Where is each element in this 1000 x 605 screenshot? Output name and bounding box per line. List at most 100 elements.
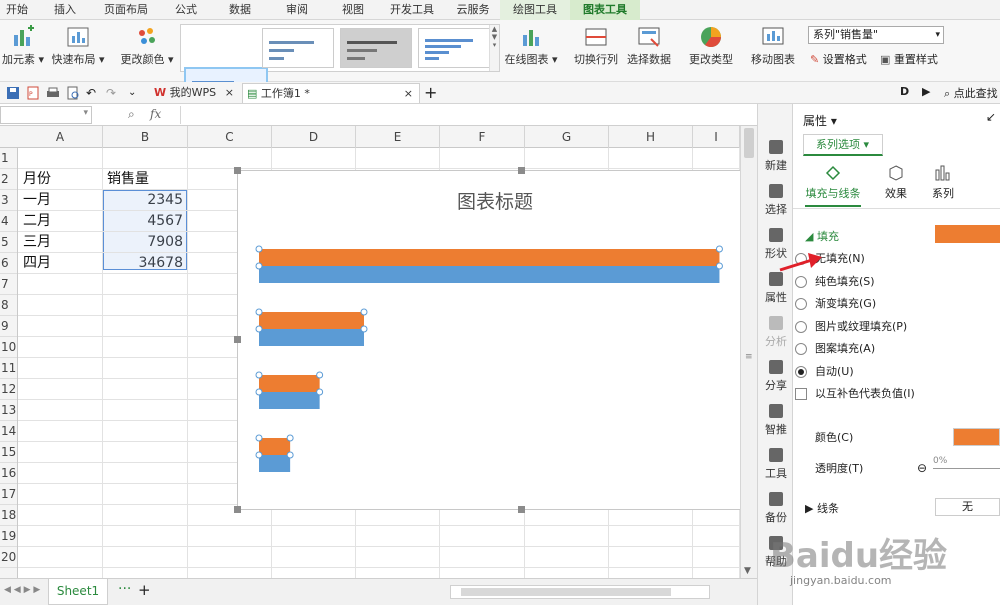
sheet-tab-sheet1[interactable]: Sheet1 xyxy=(48,579,108,605)
switch-row-col-button[interactable]: 切换行列 xyxy=(572,22,620,78)
selection-handle[interactable] xyxy=(255,434,263,442)
radio-button[interactable] xyxy=(795,365,807,378)
zoom-icon[interactable]: ⌕ xyxy=(128,107,135,122)
bar-selected-overlay[interactable] xyxy=(259,375,320,392)
row-header-20[interactable]: 20 xyxy=(0,547,17,568)
selection-handle[interactable] xyxy=(286,434,294,442)
row-header-7[interactable]: 7 xyxy=(0,274,17,295)
row-header-9[interactable]: 9 xyxy=(0,316,17,337)
menu-tab-3[interactable]: 公式 xyxy=(166,0,206,20)
resize-handle-n[interactable] xyxy=(518,167,525,174)
series-select-dropdown[interactable]: 系列"销售量" ▾ xyxy=(808,26,944,44)
checkbox[interactable] xyxy=(795,388,807,400)
selection-handle[interactable] xyxy=(255,388,263,396)
doc-icon[interactable]: D xyxy=(900,85,909,98)
menu-tab-2[interactable]: 页面布局 xyxy=(96,0,156,20)
close-icon[interactable]: × xyxy=(225,83,234,103)
add-element-button[interactable]: 加元素 ▾ xyxy=(0,22,46,78)
row-header-15[interactable]: 15 xyxy=(0,442,17,463)
selection-handle[interactable] xyxy=(286,451,294,459)
horizontal-scrollbar[interactable] xyxy=(450,585,710,599)
print-icon[interactable] xyxy=(46,86,60,100)
sidebar-item-5[interactable]: 分享 xyxy=(758,360,794,393)
fill-option-3[interactable]: 图片或纹理填充(P) xyxy=(795,319,907,335)
chart-object[interactable]: 图表标题 xyxy=(237,170,741,510)
selection-handle[interactable] xyxy=(715,245,723,253)
cell-month[interactable]: 二月 xyxy=(23,211,51,231)
tab-my-wps[interactable]: W 我的WPS × xyxy=(150,83,240,103)
selection-handle[interactable] xyxy=(360,308,368,316)
tab-fill-line[interactable]: 填充与线条 xyxy=(805,164,861,207)
chart-title[interactable]: 图表标题 xyxy=(457,191,533,213)
decrease-icon[interactable]: ⊖ xyxy=(917,461,927,475)
print-preview-icon[interactable] xyxy=(66,86,80,100)
tab-effect[interactable]: 效果 xyxy=(881,164,911,201)
close-icon[interactable]: × xyxy=(404,84,413,104)
sidebar-item-3[interactable]: 属性 xyxy=(758,272,794,305)
cell-month[interactable]: 一月 xyxy=(23,190,51,210)
line-value[interactable]: 无 xyxy=(935,498,1000,516)
column-header-c[interactable]: C xyxy=(188,126,272,148)
new-tab-icon[interactable]: + xyxy=(424,83,437,103)
resize-handle-nw[interactable] xyxy=(234,167,241,174)
sidebar-item-4[interactable]: 分析 xyxy=(758,316,794,349)
row-header-11[interactable]: 11 xyxy=(0,358,17,379)
selection-handle[interactable] xyxy=(360,325,368,333)
column-header-h[interactable]: H xyxy=(609,126,693,148)
tab-workbook1[interactable]: ▤ 工作簿1 * × xyxy=(242,83,420,103)
radio-button[interactable] xyxy=(795,275,807,288)
pdf-icon[interactable]: P xyxy=(26,86,40,100)
row-header-2[interactable]: 2 xyxy=(0,169,17,190)
fill-option-4[interactable]: 图案填充(A) xyxy=(795,341,875,357)
bar-chart[interactable]: 图表标题 xyxy=(238,171,740,509)
column-header-g[interactable]: G xyxy=(525,126,609,148)
row-header-1[interactable]: 1 xyxy=(0,148,17,169)
column-header-a[interactable]: A xyxy=(18,126,103,148)
reset-style-button[interactable]: ▣ 重置样式 xyxy=(880,52,938,68)
fill-option-2[interactable]: 渐变填充(G) xyxy=(795,296,876,312)
row-header-4[interactable]: 4 xyxy=(0,211,17,232)
customize-qat-icon[interactable]: ⌄ xyxy=(128,86,142,100)
splitter-icon[interactable]: ≡ xyxy=(745,352,753,362)
menu-tab-5[interactable]: 审阅 xyxy=(274,0,320,20)
color-picker[interactable] xyxy=(953,428,1000,446)
sheet-nav-icon[interactable]: ◀ ◀ ▶ ▶ xyxy=(4,585,40,595)
formula-input[interactable] xyxy=(180,106,750,124)
hscroll-thumb[interactable] xyxy=(461,588,671,596)
row-header-10[interactable]: 10 xyxy=(0,337,17,358)
name-box[interactable]: ▾ xyxy=(0,106,92,124)
sidebar-item-6[interactable]: 智推 xyxy=(758,404,794,437)
selection-handle[interactable] xyxy=(316,371,324,379)
bar-selected-overlay[interactable] xyxy=(259,438,291,455)
bar-fill[interactable] xyxy=(259,455,291,472)
column-header-b[interactable]: B xyxy=(103,126,188,148)
invert-negative-checkbox[interactable]: 以互补色代表负值(I) xyxy=(795,386,915,402)
row-header-8[interactable]: 8 xyxy=(0,295,17,316)
radio-button[interactable] xyxy=(795,343,807,355)
resize-handle-w[interactable] xyxy=(234,336,241,343)
selection-handle[interactable] xyxy=(255,451,263,459)
menu-tab-1[interactable]: 插入 xyxy=(44,0,86,20)
menu-tab-0[interactable]: 开始 xyxy=(0,0,34,20)
function-icon[interactable]: fx xyxy=(150,107,161,121)
change-type-button[interactable]: 更改类型 xyxy=(684,22,738,78)
sidebar-item-7[interactable]: 工具 xyxy=(758,448,794,481)
menu-tab-7[interactable]: 开发工具 xyxy=(382,0,442,20)
row-header-5[interactable]: 5 xyxy=(0,232,17,253)
undo-icon[interactable]: ↶ xyxy=(86,86,100,100)
bar-selected-overlay[interactable] xyxy=(259,312,365,329)
column-header-d[interactable]: D xyxy=(272,126,356,148)
cell-month[interactable]: 四月 xyxy=(23,253,51,273)
sidebar-item-0[interactable]: 新建 xyxy=(758,140,794,173)
cell-b2[interactable]: 销售量 xyxy=(107,169,149,189)
gallery-scroll[interactable]: ▲ ▼ ▾ xyxy=(489,25,499,71)
cell-month[interactable]: 三月 xyxy=(23,232,51,252)
row-header-17[interactable]: 17 xyxy=(0,484,17,505)
selection-handle[interactable] xyxy=(255,371,263,379)
sidebar-item-8[interactable]: 备份 xyxy=(758,492,794,525)
row-header-16[interactable]: 16 xyxy=(0,463,17,484)
column-header-e[interactable]: E xyxy=(356,126,440,148)
column-header-f[interactable]: F xyxy=(440,126,525,148)
selection-handle[interactable] xyxy=(255,308,263,316)
row-header-6[interactable]: 6 xyxy=(0,253,17,274)
